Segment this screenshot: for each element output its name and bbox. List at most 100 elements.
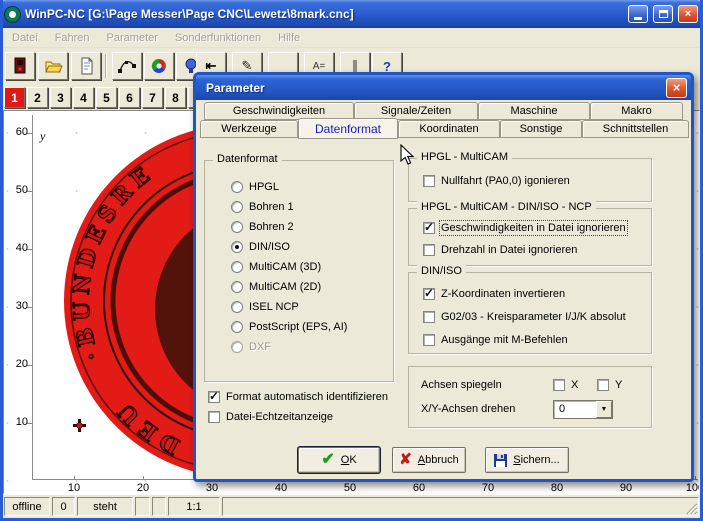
checkbox-icon[interactable] xyxy=(423,334,435,346)
radio-icon[interactable] xyxy=(231,261,243,273)
x-tick-label: 60 xyxy=(407,482,431,494)
minimize-button[interactable] xyxy=(628,5,648,23)
checkbox-icon[interactable] xyxy=(423,311,435,323)
radio-icon[interactable] xyxy=(231,241,243,253)
status-empty-cell xyxy=(135,497,150,516)
radio-multicam-2d[interactable]: MultiCAM (2D) xyxy=(231,281,321,293)
tool-button-6[interactable]: 6 xyxy=(119,87,140,108)
checkbox-icon[interactable] xyxy=(208,391,220,403)
tool-button-5[interactable]: 5 xyxy=(96,87,117,108)
checkbox-icon[interactable] xyxy=(597,379,609,391)
menu-hilfe[interactable]: Hilfe xyxy=(278,32,300,44)
app-logo-icon xyxy=(5,7,20,22)
check-drehzahl-ignorieren[interactable]: Drehzahl in Datei ignorieren xyxy=(423,244,577,256)
check-kreisparameter-absolut[interactable]: G02/03 - Kreisparameter I/J/K absolut xyxy=(423,311,626,323)
tool-button-4[interactable]: 4 xyxy=(73,87,94,108)
checkbox-icon[interactable] xyxy=(553,379,565,391)
radio-isel-ncp[interactable]: ISEL NCP xyxy=(231,301,299,313)
checkbox-icon[interactable] xyxy=(423,222,435,234)
radio-icon[interactable] xyxy=(231,201,243,213)
winpcnc-window: WinPC-NC [G:\Page Messer\Page CNC\Lewetz… xyxy=(0,0,703,521)
check-z-invertieren[interactable]: Z-Koordinaten invertieren xyxy=(423,288,565,300)
radio-dxf: DXF xyxy=(231,341,271,353)
chevron-down-icon[interactable]: ▼ xyxy=(596,401,612,418)
achsen-spiegeln-label: Achsen spiegeln xyxy=(421,379,502,391)
radio-postscript[interactable]: PostScript (EPS, AI) xyxy=(231,321,347,333)
ok-button[interactable]: ✔ OK xyxy=(298,447,380,473)
y-tick-label: 40 xyxy=(4,242,28,254)
tab-row-1: Geschwindigkeiten Signale/Zeiten Maschin… xyxy=(204,102,683,120)
save-button[interactable]: Sichern... xyxy=(485,447,569,473)
tab-datenformat[interactable]: Datenformat xyxy=(298,118,398,139)
y-tick-label: 20 xyxy=(4,358,28,370)
cancel-button[interactable]: ✘ Abbruch xyxy=(392,447,466,473)
dialog-titlebar[interactable]: Parameter × xyxy=(196,75,691,100)
x-icon: ✘ xyxy=(399,453,412,467)
open-file-button[interactable] xyxy=(38,52,68,80)
tab-sonstige[interactable]: Sonstige xyxy=(500,120,582,138)
x-tick xyxy=(695,476,696,480)
check-icon: ✔ xyxy=(321,453,334,467)
status-tool-number: 0 xyxy=(52,497,75,516)
check-mirror-x[interactable]: X xyxy=(553,379,578,391)
tool-button-8[interactable]: 8 xyxy=(165,87,186,108)
tab-makro[interactable]: Makro xyxy=(590,102,683,120)
achsen-group: Achsen spiegeln X Y X/Y-Achsen drehen 0 … xyxy=(408,366,652,428)
menu-sonderfunktionen[interactable]: Sonderfunktionen xyxy=(175,32,261,44)
tool-button-7[interactable]: 7 xyxy=(142,87,163,108)
radio-icon[interactable] xyxy=(231,281,243,293)
hpgl-multicam-group-label: HPGL - MultiCAM xyxy=(417,151,512,163)
radio-bohren-2[interactable]: Bohren 2 xyxy=(231,221,294,233)
tab-schnittstellen[interactable]: Schnittstellen xyxy=(582,120,689,138)
maximize-button[interactable] xyxy=(653,5,673,23)
check-format-auto[interactable]: Format automatisch identifizieren xyxy=(208,391,388,403)
file-info-button[interactable] xyxy=(71,52,101,80)
radio-multicam-3d[interactable]: MultiCAM (3D) xyxy=(231,261,321,273)
achsen-drehen-label: X/Y-Achsen drehen xyxy=(421,403,515,415)
check-geschwindigkeiten-ignorieren[interactable]: Geschwindigkeiten in Datei ignorieren xyxy=(423,222,626,234)
x-tick xyxy=(143,476,144,480)
tab-werkzeuge[interactable]: Werkzeuge xyxy=(200,120,298,138)
radio-icon[interactable] xyxy=(231,181,243,193)
checkbox-icon[interactable] xyxy=(423,175,435,187)
menu-fahren[interactable]: Fahren xyxy=(55,32,90,44)
check-datei-echtzeitanzeige[interactable]: Datei-Echtzeitanzeige xyxy=(208,411,333,423)
radio-din-iso[interactable]: DIN/ISO xyxy=(231,241,290,253)
datenformat-group: Datenformat HPGL Bohren 1 Bohren 2 DIN/I… xyxy=(204,160,394,382)
checkbox-icon[interactable] xyxy=(208,411,220,423)
din-iso-group: DIN/ISO Z-Koordinaten invertieren G02/03… xyxy=(408,272,652,354)
x-tick-label: 50 xyxy=(338,482,362,494)
check-ausgaenge-m-befehle[interactable]: Ausgänge mit M-Befehlen xyxy=(423,334,568,346)
tab-maschine[interactable]: Maschine xyxy=(478,102,590,120)
radio-hpgl[interactable]: HPGL xyxy=(231,181,279,193)
check-nullfahrt[interactable]: Nullfahrt (PA0,0) igonieren xyxy=(423,175,570,187)
show-path-button[interactable] xyxy=(112,52,142,80)
radio-icon[interactable] xyxy=(231,321,243,333)
tab-koordinaten[interactable]: Koordinaten xyxy=(398,120,500,138)
radio-icon[interactable] xyxy=(231,221,243,233)
radio-icon[interactable] xyxy=(231,301,243,313)
x-tick xyxy=(74,476,75,480)
checkbox-icon[interactable] xyxy=(423,244,435,256)
radio-bohren-1[interactable]: Bohren 1 xyxy=(231,201,294,213)
menu-parameter[interactable]: Parameter xyxy=(107,32,158,44)
status-machine-state: steht xyxy=(77,497,133,516)
tool-button-2[interactable]: 2 xyxy=(27,87,48,108)
hpgl-din-ncp-group: HPGL - MultiCAM - DIN/ISO - NCP Geschwin… xyxy=(408,208,652,266)
x-tick-label: 100 xyxy=(683,482,700,494)
check-mirror-y[interactable]: Y xyxy=(597,379,622,391)
x-tick-label: 30 xyxy=(200,482,224,494)
rotate-select[interactable]: 0 ▼ xyxy=(553,400,613,419)
checkbox-icon[interactable] xyxy=(423,288,435,300)
resize-grip-icon[interactable] xyxy=(685,502,698,515)
redraw-button[interactable] xyxy=(144,52,174,80)
power-button[interactable] xyxy=(5,52,35,80)
tool-button-3[interactable]: 3 xyxy=(50,87,71,108)
tab-row-2: Werkzeuge Datenformat Koordinaten Sonsti… xyxy=(200,120,689,138)
menu-datei[interactable]: Datei xyxy=(12,32,38,44)
tool-button-1[interactable]: 1 xyxy=(4,87,25,108)
close-button[interactable]: × xyxy=(678,5,698,23)
hpgl-multicam-group: HPGL - MultiCAM Nullfahrt (PA0,0) igonie… xyxy=(408,158,652,202)
dialog-close-button[interactable]: × xyxy=(666,78,687,98)
x-tick-label: 80 xyxy=(545,482,569,494)
